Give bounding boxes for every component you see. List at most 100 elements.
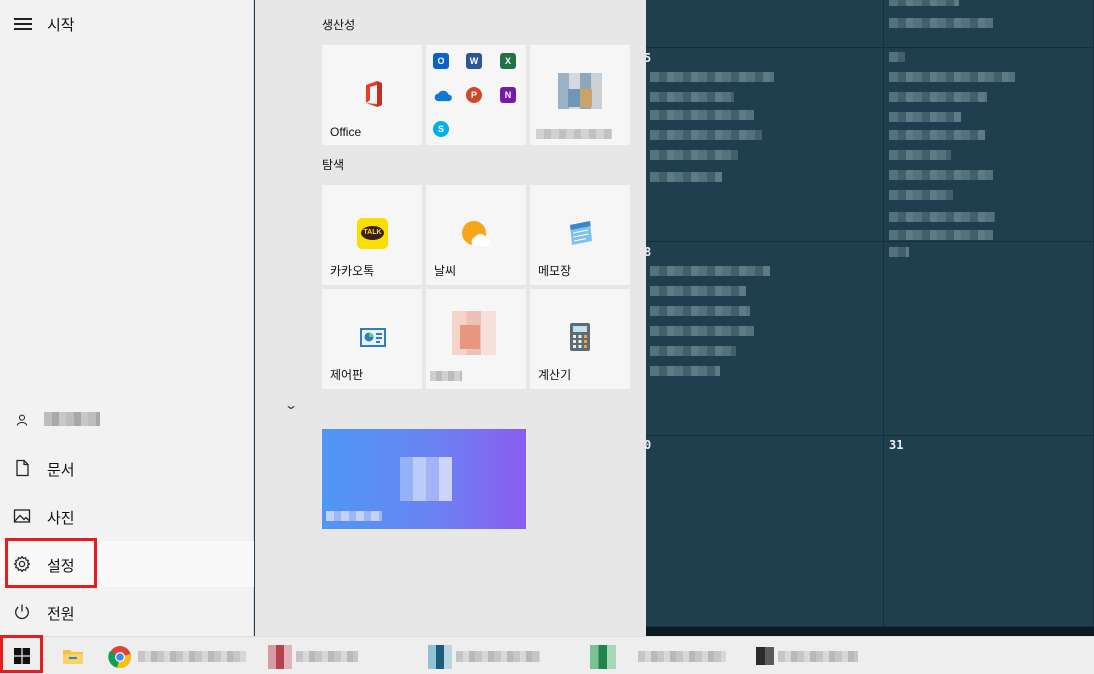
- window-title-blurred: [456, 651, 540, 662]
- app-icon-blurred: [590, 645, 616, 669]
- calendar-event: [889, 92, 987, 102]
- calendar-event: [889, 130, 985, 140]
- calendar-event: [889, 112, 961, 122]
- calendar-event: [889, 247, 909, 257]
- calendar-event: [889, 52, 905, 62]
- user-name: [44, 412, 100, 426]
- calendar-event: [650, 72, 774, 82]
- group-title-explore: 탐색: [322, 158, 345, 172]
- user-icon: [16, 414, 28, 426]
- onedrive-icon: [434, 90, 452, 102]
- calendar-cell: [646, 436, 884, 627]
- calendar-background: 5 8 0 31: [646, 0, 1094, 636]
- tile-weather[interactable]: 날씨: [426, 185, 526, 285]
- notepad-icon: [570, 221, 592, 245]
- tile-label-blurred: [326, 511, 382, 521]
- tile-office[interactable]: Office: [322, 45, 422, 145]
- tile-notepad[interactable]: 메모장: [530, 185, 630, 285]
- calendar-event: [650, 92, 734, 102]
- chrome-icon: [108, 646, 131, 668]
- excel-icon: X: [500, 53, 516, 69]
- start-title: 시작: [47, 17, 75, 34]
- document-icon: [16, 459, 29, 477]
- calendar-event: [650, 346, 736, 356]
- calendar-event: [650, 172, 722, 182]
- power-icon: [15, 604, 29, 620]
- tile-label-blurred: [430, 371, 462, 381]
- calendar-cell: [884, 242, 1094, 436]
- calendar-day-number: 5: [646, 51, 652, 65]
- calendar-event: [889, 72, 1015, 82]
- window-title-blurred: [778, 651, 858, 662]
- calendar-day-number: 8: [646, 245, 652, 259]
- tile-label: Office: [330, 125, 362, 139]
- weather-icon: [462, 221, 491, 246]
- sidebar-item-photos[interactable]: 사진: [0, 493, 254, 539]
- app-icon-blurred: [428, 645, 452, 669]
- photo-icon: [13, 509, 31, 523]
- calendar-event: [889, 170, 993, 180]
- tile-label: 날씨: [434, 264, 457, 278]
- calendar-cell: [646, 0, 884, 48]
- taskbar-app-4[interactable]: [586, 637, 732, 674]
- calendar-event: [889, 212, 995, 222]
- app-icon-blurred: [268, 645, 292, 669]
- tile-control-panel[interactable]: 제어판: [322, 289, 422, 389]
- group-title-productivity: 생산성: [322, 18, 356, 32]
- calendar-event: [889, 0, 959, 6]
- window-title-blurred: [638, 651, 726, 662]
- tile-kakaotalk[interactable]: TALK 카카오톡: [322, 185, 422, 285]
- calendar-day-number: 31: [889, 438, 904, 452]
- start-sidebar: 시작 문서 사진 설정 전원: [0, 0, 254, 636]
- calendar-cell: [884, 436, 1094, 627]
- taskbar-chrome[interactable]: [104, 637, 252, 674]
- sidebar-item-label: 문서: [47, 462, 75, 479]
- taskbar-app-5[interactable]: [752, 637, 862, 674]
- tile-label: 메모장: [538, 264, 572, 278]
- sidebar-item-user[interactable]: [0, 397, 254, 443]
- calendar-event: [650, 266, 770, 276]
- taskbar-file-explorer[interactable]: [52, 637, 94, 674]
- calendar-event: [650, 326, 754, 336]
- outlook-icon: O: [433, 53, 449, 69]
- calculator-icon: [570, 323, 590, 351]
- tile-app-blurred-2[interactable]: [426, 289, 526, 389]
- chevron-down-icon[interactable]: ⌄: [284, 398, 298, 412]
- tile-label: 카카오톡: [330, 264, 375, 278]
- calendar-event: [650, 110, 754, 120]
- taskbar-app-3[interactable]: [424, 637, 548, 674]
- start-menu: 시작 문서 사진 설정 전원 생산성 탐색 Office O W X P N S…: [0, 0, 646, 636]
- kakaotalk-icon: TALK: [357, 218, 388, 249]
- sidebar-item-documents[interactable]: 문서: [0, 445, 254, 491]
- taskbar: [0, 635, 1094, 674]
- calendar-event: [889, 150, 951, 160]
- sidebar-item-label: 사진: [47, 510, 75, 527]
- tile-calculator[interactable]: 계산기: [530, 289, 630, 389]
- hamburger-menu-icon[interactable]: [14, 18, 32, 30]
- tile-app-blurred[interactable]: [530, 45, 630, 145]
- calendar-event: [650, 306, 750, 316]
- office-icon: [366, 81, 382, 107]
- control-panel-icon: [360, 328, 386, 347]
- calendar-day-number: 0: [646, 438, 652, 452]
- tile-office-apps[interactable]: O W X P N S: [426, 45, 526, 145]
- sidebar-item-power[interactable]: 전원: [0, 589, 254, 635]
- calendar-event: [650, 150, 738, 160]
- onenote-icon: N: [500, 87, 516, 103]
- tile-wide-blurred[interactable]: [322, 429, 526, 529]
- powerpoint-icon: P: [466, 87, 482, 103]
- tile-label: 계산기: [538, 368, 572, 382]
- taskbar-app-2[interactable]: [262, 637, 368, 674]
- settings-highlight-box: [5, 538, 97, 588]
- calendar-bottom-bar: [646, 627, 1094, 636]
- app-icon-blurred: [568, 89, 592, 107]
- sidebar-item-label: 전원: [47, 606, 75, 623]
- app-icon-blurred: [756, 647, 774, 665]
- tile-label: 제어판: [330, 368, 364, 382]
- window-title-blurred: [138, 651, 246, 662]
- word-icon: W: [466, 53, 482, 69]
- app-icon-blurred: [400, 457, 452, 501]
- calendar-event: [889, 18, 993, 28]
- skype-icon: S: [433, 121, 449, 137]
- app-icon-blurred: [460, 325, 480, 349]
